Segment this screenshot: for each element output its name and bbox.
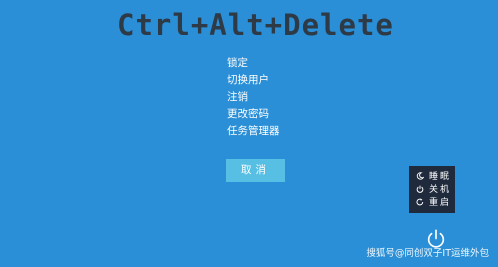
power-option-shutdown[interactable]: 关机 [409,182,455,195]
menu-item-task-manager[interactable]: 任务管理器 [227,123,280,140]
cancel-button[interactable]: 取消 [226,159,285,182]
shutdown-icon [416,185,424,193]
title-overlay-text: Ctrl+Alt+Delete [117,8,394,42]
menu-item-lock[interactable]: 锁定 [227,55,280,72]
restart-icon [416,198,424,205]
power-option-label: 睡眠 [429,172,452,182]
power-options-menu: 睡眠 关机 重启 [409,166,455,213]
security-options-menu: 锁定 切换用户 注销 更改密码 任务管理器 [227,55,280,140]
power-option-label: 重启 [429,198,452,208]
menu-item-change-password[interactable]: 更改密码 [227,106,280,123]
power-option-sleep[interactable]: 睡眠 [409,169,455,182]
menu-item-switch-user[interactable]: 切换用户 [227,72,280,89]
power-option-restart[interactable]: 重启 [409,195,455,208]
menu-item-sign-out[interactable]: 注销 [227,89,280,106]
power-option-label: 关机 [429,185,452,195]
watermark-text: 搜狐号@同创双子IT运维外包 [366,248,489,259]
sleep-icon [416,171,424,180]
